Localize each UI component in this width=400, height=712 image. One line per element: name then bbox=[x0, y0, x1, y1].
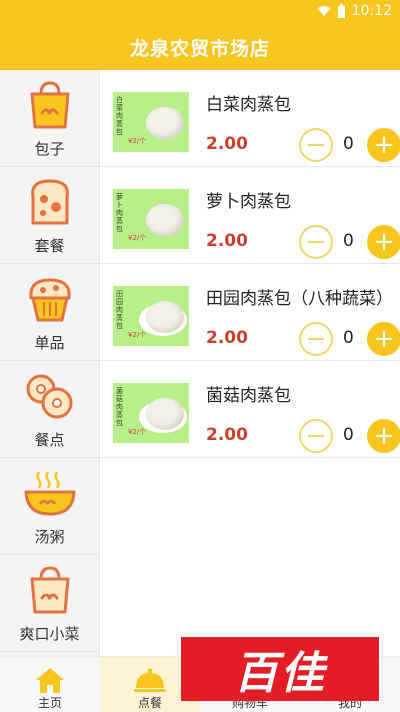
product-name: 白菜肉蒸包 bbox=[206, 95, 291, 115]
sidebar-item-label: 汤粥 bbox=[34, 528, 65, 546]
product-name: 菌菇肉蒸包 bbox=[206, 386, 291, 406]
watermark-text: 百佳 bbox=[234, 648, 326, 699]
toast-icon bbox=[30, 179, 69, 225]
minus-icon: − bbox=[305, 324, 327, 354]
decrease-button[interactable]: − bbox=[299, 322, 333, 356]
app-bar: 龙泉农贸市场店 bbox=[0, 24, 400, 70]
plus-icon: + bbox=[373, 324, 395, 354]
wifi-icon bbox=[317, 6, 331, 16]
product-price: 2.00 bbox=[206, 425, 248, 445]
sidebar-item-taocan[interactable]: 套餐 bbox=[0, 167, 99, 264]
watermark-logo: 百佳 bbox=[181, 637, 379, 701]
product-image-tag: ¥2/个 bbox=[128, 137, 147, 145]
sidebar-item-label: 爽口小菜 bbox=[19, 625, 80, 643]
product-image: 菌菇肉蒸包 ¥2/个 bbox=[113, 383, 189, 443]
bun-image bbox=[146, 398, 184, 430]
increase-button[interactable]: + bbox=[367, 322, 400, 356]
decrease-button[interactable]: − bbox=[299, 128, 333, 162]
sidebar-item-baozi[interactable]: 包子 bbox=[0, 70, 99, 167]
tab-home[interactable]: 主页 bbox=[0, 657, 100, 712]
list-item[interactable]: 白菜肉蒸包 ¥2/个 白菜肉蒸包 2.00 − 0 + bbox=[101, 70, 400, 167]
minus-icon: − bbox=[305, 227, 327, 257]
product-image-tag: ¥2/个 bbox=[128, 428, 147, 436]
cloche-icon bbox=[134, 668, 166, 692]
product-name: 萝卜肉蒸包 bbox=[206, 192, 291, 212]
sidebar-item-tangzhou[interactable]: 汤粥 bbox=[0, 458, 99, 555]
minus-icon: − bbox=[305, 130, 327, 160]
product-image-text: 萝卜肉蒸包 bbox=[116, 193, 123, 233]
bag-icon bbox=[30, 566, 69, 614]
store-title: 龙泉农贸市场店 bbox=[129, 37, 270, 60]
minus-icon: − bbox=[305, 421, 327, 451]
home-icon bbox=[36, 668, 64, 693]
sidebar-item-label: 餐点 bbox=[34, 431, 65, 449]
battery-icon bbox=[337, 4, 345, 18]
bun-image bbox=[146, 107, 184, 139]
plus-icon: + bbox=[373, 130, 395, 160]
product-price: 2.00 bbox=[206, 231, 248, 251]
quantity-value: 0 bbox=[343, 134, 354, 154]
category-sidebar: 包子 套餐 单品 餐点 汤粥 爽口小菜 bbox=[0, 70, 100, 656]
product-image-text: 田园肉蒸包 bbox=[116, 290, 123, 330]
sidebar-item-label: 单品 bbox=[34, 334, 65, 352]
status-bar: 10:12 bbox=[0, 0, 400, 24]
tab-label: 点餐 bbox=[137, 696, 162, 710]
product-image-tag: ¥2/个 bbox=[128, 234, 147, 242]
product-image: 萝卜肉蒸包 ¥2/个 bbox=[113, 189, 189, 249]
bag-icon bbox=[30, 81, 69, 129]
list-item[interactable]: 田园肉蒸包 ¥2/个 田园肉蒸包（八种蔬菜） 2.00 − 0 + bbox=[101, 264, 400, 361]
decrease-button[interactable]: − bbox=[299, 419, 333, 453]
quantity-value: 0 bbox=[343, 231, 354, 251]
bun-image bbox=[146, 204, 184, 236]
sidebar-item-xiaocai[interactable]: 爽口小菜 bbox=[0, 555, 99, 652]
product-image: 田园肉蒸包 ¥2/个 bbox=[113, 286, 189, 346]
decrease-button[interactable]: − bbox=[299, 225, 333, 259]
product-list: 白菜肉蒸包 ¥2/个 白菜肉蒸包 2.00 − 0 + 萝卜肉蒸包 ¥2/个 萝… bbox=[101, 70, 400, 656]
product-price: 2.00 bbox=[206, 328, 248, 348]
plus-icon: + bbox=[373, 421, 395, 451]
sidebar-item-label: 包子 bbox=[34, 140, 65, 158]
product-price: 2.00 bbox=[206, 134, 248, 154]
product-image-text: 白菜肉蒸包 bbox=[116, 96, 123, 136]
quantity-value: 0 bbox=[343, 328, 354, 348]
product-name: 田园肉蒸包（八种蔬菜） bbox=[206, 289, 393, 309]
donut-icon bbox=[26, 374, 72, 419]
increase-button[interactable]: + bbox=[367, 225, 400, 259]
increase-button[interactable]: + bbox=[367, 419, 400, 453]
product-image-tag: ¥2/个 bbox=[128, 331, 147, 339]
status-time: 10:12 bbox=[351, 3, 392, 19]
sidebar-item-danpin[interactable]: 单品 bbox=[0, 264, 99, 361]
sidebar-item-candian[interactable]: 餐点 bbox=[0, 361, 99, 458]
plus-icon: + bbox=[373, 227, 395, 257]
bun-image bbox=[146, 301, 184, 333]
list-item[interactable]: 菌菇肉蒸包 ¥2/个 菌菇肉蒸包 2.00 − 0 + bbox=[101, 361, 400, 458]
list-item[interactable]: 萝卜肉蒸包 ¥2/个 萝卜肉蒸包 2.00 − 0 + bbox=[101, 167, 400, 264]
increase-button[interactable]: + bbox=[367, 128, 400, 162]
sidebar-item-label: 套餐 bbox=[34, 237, 65, 255]
product-image: 白菜肉蒸包 ¥2/个 bbox=[113, 92, 189, 152]
muffin-icon bbox=[28, 278, 71, 322]
soup-bowl-icon bbox=[24, 471, 75, 516]
tab-label: 主页 bbox=[37, 696, 62, 710]
quantity-value: 0 bbox=[343, 425, 354, 445]
product-image-text: 菌菇肉蒸包 bbox=[116, 387, 123, 427]
